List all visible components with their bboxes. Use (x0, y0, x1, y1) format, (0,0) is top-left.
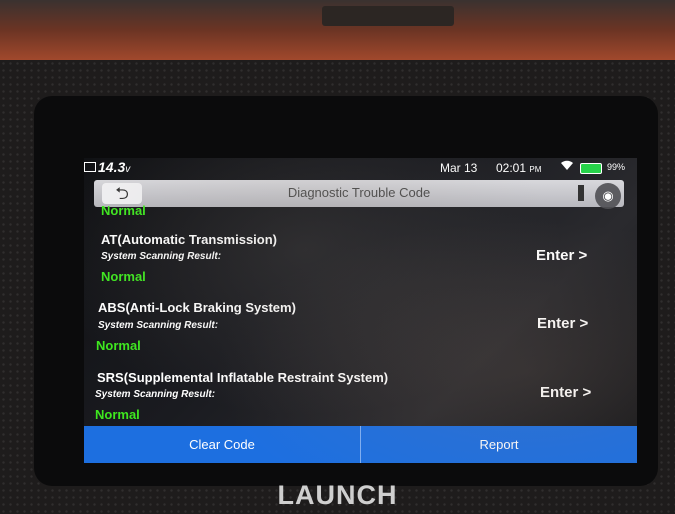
page-title: Diagnostic Trouble Code (287, 185, 431, 200)
battery-icon (580, 163, 602, 174)
camera-button[interactable]: ◉ (595, 183, 621, 209)
menu-icon[interactable] (578, 185, 584, 201)
wifi-icon (560, 159, 574, 174)
scan-result-label: System Scanning Result: (98, 320, 219, 331)
status-time: 02:01 PM (496, 161, 542, 175)
system-name-abs: ABS(Anti-Lock Braking System) (98, 300, 296, 315)
title-bar: ⮌ Diagnostic Trouble Code (94, 180, 624, 207)
system-name-at: AT(Automatic Transmission) (101, 232, 278, 247)
voltage-readout: 14.3v (98, 159, 131, 175)
bottom-action-bar: Clear Code Report (84, 426, 637, 463)
device-screen: 14.3v Mar 13 02:01 PM 99% ⮌ Diagnostic T… (84, 158, 637, 463)
battery-percent: 99% (607, 162, 626, 172)
system-status: Normal (101, 269, 146, 284)
device-top-slot (322, 6, 454, 26)
enter-button-srs[interactable]: Enter > (540, 384, 591, 401)
enter-button-at[interactable]: Enter > (536, 247, 587, 264)
brand-logo: LAUNCH (277, 480, 398, 510)
system-status: Normal (96, 338, 141, 353)
status-date: Mar 13 (440, 161, 478, 175)
enter-button-abs[interactable]: Enter > (537, 315, 588, 332)
system-status: Normal (95, 407, 140, 422)
camera-icon: ◉ (602, 188, 614, 203)
scan-result-label: System Scanning Result: (101, 251, 222, 262)
system-status: Normal (101, 203, 146, 218)
scan-result-label: System Scanning Result: (95, 389, 216, 400)
obd-battery-icon (84, 162, 96, 172)
clear-code-button[interactable]: Clear Code (84, 426, 360, 463)
status-bar: 14.3v Mar 13 02:01 PM 99% (84, 158, 637, 178)
report-button[interactable]: Report (361, 426, 637, 463)
system-name-srs: SRS(Supplemental Inflatable Restraint Sy… (97, 370, 389, 385)
